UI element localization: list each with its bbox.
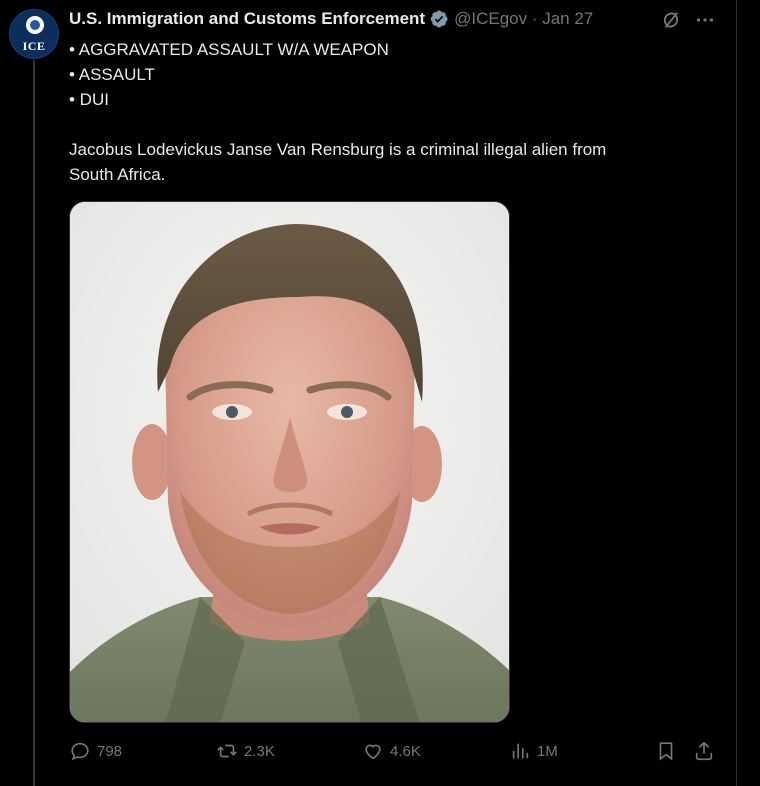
post-body: • AGGRAVATED ASSAULT W/A WEAPON • ASSAUL… <box>69 37 689 187</box>
bullet-line: • DUI <box>69 90 109 109</box>
post-container: ICE U.S. Immigration and Customs Enforce… <box>0 0 760 786</box>
mugshot-photo <box>70 202 509 722</box>
like-button[interactable]: 4.6K <box>362 738 421 764</box>
dhs-seal-icon <box>26 16 44 34</box>
like-icon <box>365 744 381 760</box>
reply-count: 798 <box>97 742 123 760</box>
avatar[interactable]: ICE <box>9 9 59 59</box>
repost-icon <box>217 744 237 758</box>
post-actions: 798 2.3K 4.6K 1M <box>69 738 719 764</box>
repost-count: 2.3K <box>244 742 275 760</box>
post-header: U.S. Immigration and Customs Enforcement… <box>69 8 593 30</box>
share-button[interactable] <box>693 738 715 764</box>
views-icon <box>512 743 529 759</box>
verified-badge-icon[interactable] <box>429 9 449 29</box>
header-actions <box>660 8 716 32</box>
grok-icon[interactable] <box>660 9 682 31</box>
avatar-text: ICE <box>22 39 46 53</box>
views-count: 1M <box>537 742 558 760</box>
paragraph-line: South Africa. <box>69 165 166 184</box>
bookmark-icon <box>659 742 673 761</box>
bookmark-button[interactable] <box>655 738 677 764</box>
more-icon[interactable] <box>694 9 716 31</box>
thread-line <box>33 60 35 786</box>
bullet-line: • AGGRAVATED ASSAULT W/A WEAPON <box>69 40 389 59</box>
share-icon <box>695 741 713 761</box>
views-button[interactable]: 1M <box>509 738 558 764</box>
repost-button[interactable]: 2.3K <box>216 738 275 764</box>
paragraph-line: Jacobus Lodevickus Janse Van Rensburg is… <box>69 140 607 159</box>
post-paragraph: Jacobus Lodevickus Janse Van Rensburg is… <box>69 137 689 187</box>
like-count: 4.6K <box>390 742 421 760</box>
bullet-line: • ASSAULT <box>69 65 155 84</box>
author-handle-date[interactable]: @ICEgov · Jan 27 <box>454 9 593 29</box>
reply-button[interactable]: 798 <box>69 738 122 764</box>
reply-icon <box>71 742 89 761</box>
post-image[interactable] <box>69 201 510 723</box>
timeline-border <box>736 0 737 786</box>
author-name[interactable]: U.S. Immigration and Customs Enforcement <box>69 9 425 29</box>
